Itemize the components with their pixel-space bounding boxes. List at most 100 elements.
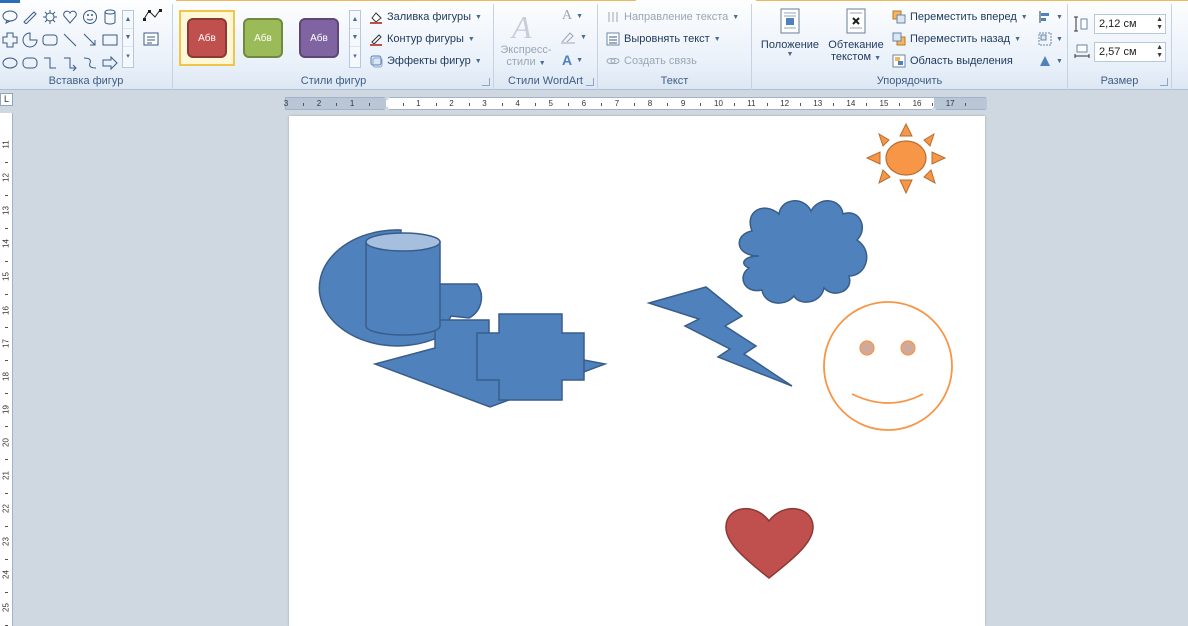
style-swatch-purple[interactable]: Абв bbox=[299, 18, 339, 58]
ruler-v-tick bbox=[5, 525, 8, 527]
right-arrow-shape-icon[interactable] bbox=[101, 54, 119, 72]
ruler-h-label: 11 bbox=[747, 99, 756, 108]
text-direction-button[interactable]: Направление текста ▼ bbox=[606, 10, 739, 24]
first-line-indent-marker[interactable] bbox=[383, 95, 391, 101]
gallery-more-icon[interactable]: ▾ bbox=[123, 47, 133, 65]
ruler-v-tick bbox=[5, 161, 8, 163]
shape-effects-button[interactable]: Эффекты фигур ▼ bbox=[369, 54, 482, 68]
sun-shape-icon[interactable] bbox=[41, 8, 59, 26]
rotate-objects-button[interactable]: ▼ bbox=[1038, 54, 1063, 68]
group-label-size: Размер bbox=[1100, 75, 1139, 87]
ruler-v-label: 17 bbox=[1, 338, 11, 348]
chevron-down-icon: ▼ bbox=[467, 35, 475, 43]
size-launcher-icon[interactable] bbox=[1160, 78, 1168, 86]
ruler-v-tick bbox=[5, 227, 8, 229]
heart-shape-icon[interactable] bbox=[61, 8, 79, 26]
express-styles-button[interactable]: Экспресс- стили ▼ bbox=[498, 44, 554, 70]
text-fill-button[interactable]: A ▼ bbox=[562, 8, 583, 24]
styles-more-icon[interactable]: ▾ bbox=[350, 47, 360, 65]
cross-shape-icon[interactable] bbox=[1, 31, 19, 49]
document-page[interactable] bbox=[289, 116, 985, 626]
elbow-connector-shape-icon[interactable] bbox=[41, 54, 59, 72]
position-icon bbox=[780, 8, 800, 34]
effects-icon bbox=[370, 55, 383, 68]
group-insert-shapes: ▲ ▼ ▾ Вставка фигур bbox=[0, 4, 173, 90]
width-icon bbox=[1074, 44, 1090, 58]
height-spinner-icon[interactable]: ▲ ▼ bbox=[1156, 16, 1163, 32]
align-text-button[interactable]: Выровнять текст ▼ bbox=[606, 32, 721, 46]
ruler-v-label: 14 bbox=[1, 239, 11, 249]
ruler-v-label: 20 bbox=[1, 437, 11, 447]
rounded-rect-shape-icon[interactable] bbox=[41, 31, 59, 49]
cylinder-shape-icon[interactable] bbox=[101, 8, 119, 26]
arrow-line-shape-icon[interactable] bbox=[81, 31, 99, 49]
ruler-h-tick bbox=[369, 103, 371, 106]
sun-shape[interactable] bbox=[865, 122, 947, 195]
ruler-h-label: 17 bbox=[945, 99, 955, 108]
vertical-ruler[interactable]: 11 12 13 14 15 16 17 18 19 20 21 22 23 24 25 bbox=[0, 113, 13, 626]
group-label-wordart: Стили WordArt bbox=[508, 75, 583, 87]
cloud-shape[interactable] bbox=[738, 200, 868, 304]
width-spinner-icon[interactable]: ▲ ▼ bbox=[1156, 44, 1163, 60]
send-backward-button[interactable]: Переместить назад ▼ bbox=[892, 32, 1021, 46]
smiley-shape-icon[interactable] bbox=[81, 8, 99, 26]
shape-outline-button[interactable]: Контур фигуры ▼ bbox=[369, 32, 475, 46]
ruler-h-label: 2 bbox=[449, 99, 454, 108]
shape-width-input[interactable]: 2,57 см ▲ ▼ bbox=[1094, 42, 1166, 62]
shape-styles-launcher-icon[interactable] bbox=[482, 78, 490, 86]
ruler-h-tick bbox=[468, 103, 470, 106]
scroll-up-icon[interactable]: ▲ bbox=[123, 11, 133, 29]
selection-pane-button[interactable]: Область выделения bbox=[892, 54, 1013, 68]
rounded-rect2-shape-icon[interactable] bbox=[21, 54, 39, 72]
group-label-text: Текст bbox=[660, 75, 689, 87]
ruler-h-tick bbox=[568, 103, 570, 106]
ellipse-shape-icon[interactable] bbox=[1, 54, 19, 72]
text-direction-label: Направление текста bbox=[624, 11, 729, 23]
shapes-gallery-scroll[interactable]: ▲ ▼ ▾ bbox=[122, 10, 134, 68]
style-swatch-red[interactable]: Абв bbox=[187, 18, 227, 58]
styles-scroll-down-icon[interactable]: ▼ bbox=[350, 29, 360, 47]
line-shape-icon[interactable] bbox=[61, 31, 79, 49]
create-link-button[interactable]: Создать связь bbox=[606, 54, 697, 68]
tab-selector[interactable]: L bbox=[0, 93, 13, 106]
pie-shape-icon[interactable] bbox=[21, 31, 39, 49]
right-indent-marker[interactable] bbox=[930, 106, 938, 112]
group-objects-button[interactable]: ▼ bbox=[1038, 32, 1063, 46]
curved-connector-shape-icon[interactable] bbox=[81, 54, 99, 72]
elbow-arrow-shape-icon[interactable] bbox=[61, 54, 79, 72]
position-button[interactable]: Положение ▼ bbox=[756, 8, 824, 58]
bring-forward-button[interactable]: Переместить вперед ▼ bbox=[892, 10, 1028, 24]
express-styles-line2: стили bbox=[506, 56, 536, 68]
ruler-h-label: 2 bbox=[316, 99, 322, 108]
text-outline-button[interactable]: ▼ bbox=[560, 30, 587, 44]
shape-height-value: 2,12 см bbox=[1099, 18, 1137, 30]
edit-shape-icon[interactable] bbox=[140, 6, 164, 24]
oval-callout-shape-icon[interactable] bbox=[1, 8, 19, 26]
cylinder-shape[interactable] bbox=[365, 232, 441, 336]
ruler-h-tick bbox=[435, 103, 437, 106]
ruler-h-tick bbox=[634, 103, 636, 106]
styles-gallery-scroll[interactable]: ▲ ▼ ▾ bbox=[349, 10, 361, 68]
chevron-down-icon: ▼ bbox=[576, 12, 584, 20]
rectangle-shape-icon[interactable] bbox=[101, 31, 119, 49]
heart-shape[interactable] bbox=[725, 507, 814, 579]
ruler-h-label: 3 bbox=[283, 99, 289, 108]
wordart-launcher-icon[interactable] bbox=[586, 78, 594, 86]
style-swatch-green[interactable]: Абв bbox=[243, 18, 283, 58]
text-box-icon[interactable] bbox=[142, 30, 160, 48]
blue-shapes-group[interactable] bbox=[318, 229, 608, 408]
hanging-indent-marker[interactable] bbox=[383, 106, 391, 112]
align-objects-button[interactable]: ▼ bbox=[1038, 10, 1063, 24]
wordart-a-icon: A bbox=[508, 8, 544, 47]
wrap-text-button[interactable]: Обтекание текстом ▼ bbox=[824, 8, 888, 65]
ruler-v-tick bbox=[5, 492, 8, 494]
horizontal-ruler[interactable]: 3 2 1 1 2 3 4 5 6 7 8 9 10 11 12 13 14 15 16 17 bbox=[283, 95, 987, 112]
smiley-face-shape[interactable] bbox=[823, 301, 953, 431]
text-effects-button[interactable]: A ▼ bbox=[562, 52, 583, 68]
shape-height-input[interactable]: 2,12 см ▲ ▼ bbox=[1094, 14, 1166, 34]
pencil-shape-icon[interactable] bbox=[21, 8, 39, 26]
styles-scroll-up-icon[interactable]: ▲ bbox=[350, 11, 360, 29]
shape-fill-button[interactable]: Заливка фигуры ▼ bbox=[369, 10, 482, 24]
scroll-down-icon[interactable]: ▼ bbox=[123, 29, 133, 47]
ruler-h-label: 14 bbox=[846, 99, 856, 108]
